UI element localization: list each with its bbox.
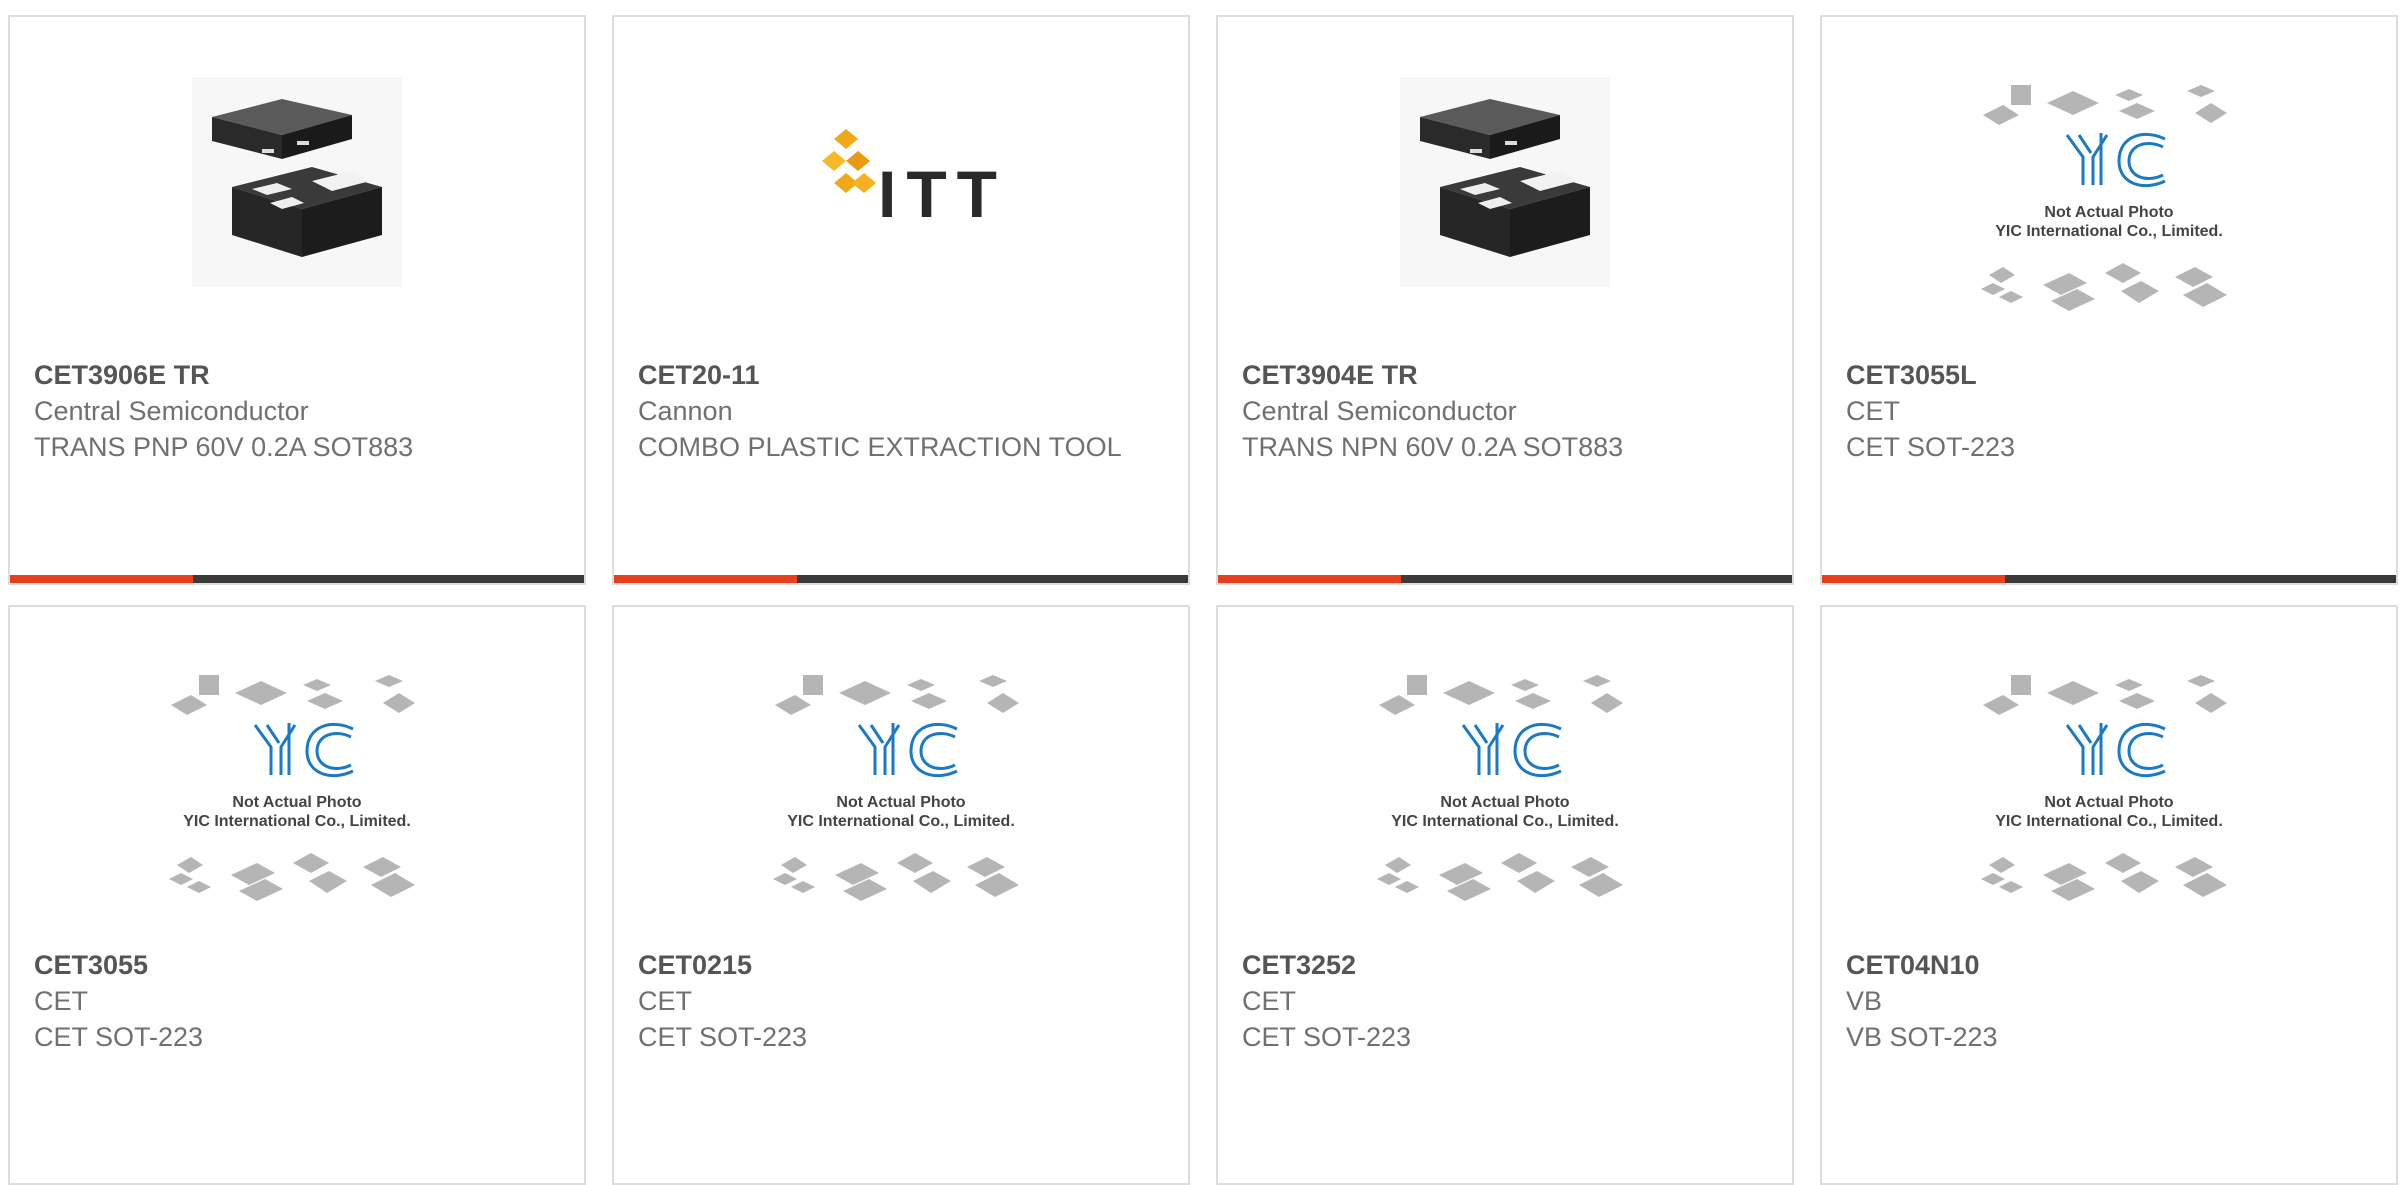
not-actual-photo-text: Not Actual Photo <box>836 794 965 811</box>
not-actual-photo-text: Not Actual Photo <box>2044 794 2173 811</box>
product-card[interactable]: CET3904E TR Central Semiconductor TRANS … <box>1216 15 1794 585</box>
not-actual-photo-text: Not Actual Photo <box>2044 204 2173 221</box>
description: TRANS NPN 60V 0.2A SOT883 <box>1242 432 1624 462</box>
manufacturer: CET <box>1846 396 1900 426</box>
yic-placeholder-icon: Not Actual Photo YIC International Co., … <box>1981 675 2227 901</box>
manufacturer: Central Semiconductor <box>1242 396 1517 426</box>
card-bottom-bar <box>1218 575 1792 583</box>
product-card[interactable]: Not Actual Photo YIC International Co., … <box>1216 605 1794 1185</box>
yic-placeholder-icon: Not Actual Photo YIC International Co., … <box>169 675 415 901</box>
part-number[interactable]: CET3055 <box>34 947 534 983</box>
description: VB SOT-223 <box>1846 1022 1998 1052</box>
product-image[interactable]: Not Actual Photo YIC International Co., … <box>1822 77 2396 327</box>
manufacturer: Central Semiconductor <box>34 396 309 426</box>
product-info: CET3252 CET CET SOT-223 <box>1242 947 1742 1055</box>
part-number[interactable]: CET3252 <box>1242 947 1742 983</box>
sot883-package-icon <box>192 77 402 287</box>
card-bottom-bar <box>614 575 1188 583</box>
not-actual-photo-text: Not Actual Photo <box>1440 794 1569 811</box>
description: COMBO PLASTIC EXTRACTION TOOL <box>638 432 1122 462</box>
description: CET SOT-223 <box>1242 1022 1412 1052</box>
product-card[interactable]: ITT CET20-11 Cannon COMBO PLASTIC EXTRAC… <box>612 15 1190 585</box>
manufacturer: Cannon <box>638 396 733 426</box>
yic-company-text: YIC International Co., Limited. <box>1391 813 1619 830</box>
description: CET SOT-223 <box>34 1022 204 1052</box>
yic-company-text: YIC International Co., Limited. <box>183 813 411 830</box>
product-info: CET3055L CET CET SOT-223 <box>1846 357 2346 465</box>
accent-bar <box>1822 575 2005 583</box>
card-bottom-bar <box>1822 575 2396 583</box>
not-actual-photo-text: Not Actual Photo <box>232 794 361 811</box>
accent-bar <box>614 575 797 583</box>
product-image[interactable]: Not Actual Photo YIC International Co., … <box>10 667 584 917</box>
accent-bar <box>10 575 193 583</box>
description: TRANS PNP 60V 0.2A SOT883 <box>34 432 414 462</box>
yic-company-text: YIC International Co., Limited. <box>1995 223 2223 240</box>
itt-logo-text: ITT <box>878 157 1007 231</box>
part-number[interactable]: CET04N10 <box>1846 947 2346 983</box>
itt-logo-icon: ITT <box>822 129 1007 231</box>
product-info: CET3904E TR Central Semiconductor TRANS … <box>1242 357 1742 465</box>
product-info: CET3906E TR Central Semiconductor TRANS … <box>34 357 534 465</box>
yic-company-text: YIC International Co., Limited. <box>787 813 1015 830</box>
manufacturer: CET <box>1242 986 1296 1016</box>
product-image[interactable]: Not Actual Photo YIC International Co., … <box>1218 667 1792 917</box>
yic-placeholder-icon: Not Actual Photo YIC International Co., … <box>1377 675 1623 901</box>
card-bottom-bar <box>10 575 584 583</box>
product-grid: CET3906E TR Central Semiconductor TRANS … <box>0 0 2400 1185</box>
part-number[interactable]: CET3906E TR <box>34 357 534 393</box>
product-image[interactable] <box>10 77 584 327</box>
product-card[interactable]: Not Actual Photo YIC International Co., … <box>1820 15 2398 585</box>
description: CET SOT-223 <box>638 1022 808 1052</box>
part-number[interactable]: CET3055L <box>1846 357 2346 393</box>
product-card[interactable]: Not Actual Photo YIC International Co., … <box>1820 605 2398 1185</box>
product-info: CET04N10 VB VB SOT-223 <box>1846 947 2346 1055</box>
product-image[interactable]: Not Actual Photo YIC International Co., … <box>614 667 1188 917</box>
product-card[interactable]: Not Actual Photo YIC International Co., … <box>8 605 586 1185</box>
product-card[interactable]: Not Actual Photo YIC International Co., … <box>612 605 1190 1185</box>
manufacturer: CET <box>638 986 692 1016</box>
description: CET SOT-223 <box>1846 432 2016 462</box>
product-info: CET20-11 Cannon COMBO PLASTIC EXTRACTION… <box>638 357 1138 465</box>
product-info: CET3055 CET CET SOT-223 <box>34 947 534 1055</box>
product-image[interactable] <box>1218 77 1792 327</box>
part-number[interactable]: CET3904E TR <box>1242 357 1742 393</box>
manufacturer: CET <box>34 986 88 1016</box>
yic-company-text: YIC International Co., Limited. <box>1995 813 2223 830</box>
sot883-package-icon <box>1400 77 1610 287</box>
product-card[interactable]: CET3906E TR Central Semiconductor TRANS … <box>8 15 586 585</box>
part-number[interactable]: CET20-11 <box>638 357 1138 393</box>
product-image[interactable]: Not Actual Photo YIC International Co., … <box>1822 667 2396 917</box>
yic-placeholder-icon: Not Actual Photo YIC International Co., … <box>773 675 1019 901</box>
product-info: CET0215 CET CET SOT-223 <box>638 947 1138 1055</box>
manufacturer: VB <box>1846 986 1883 1016</box>
yic-placeholder-icon: Not Actual Photo YIC International Co., … <box>1981 85 2227 311</box>
product-image[interactable]: ITT <box>614 77 1188 327</box>
part-number[interactable]: CET0215 <box>638 947 1138 983</box>
accent-bar <box>1218 575 1401 583</box>
